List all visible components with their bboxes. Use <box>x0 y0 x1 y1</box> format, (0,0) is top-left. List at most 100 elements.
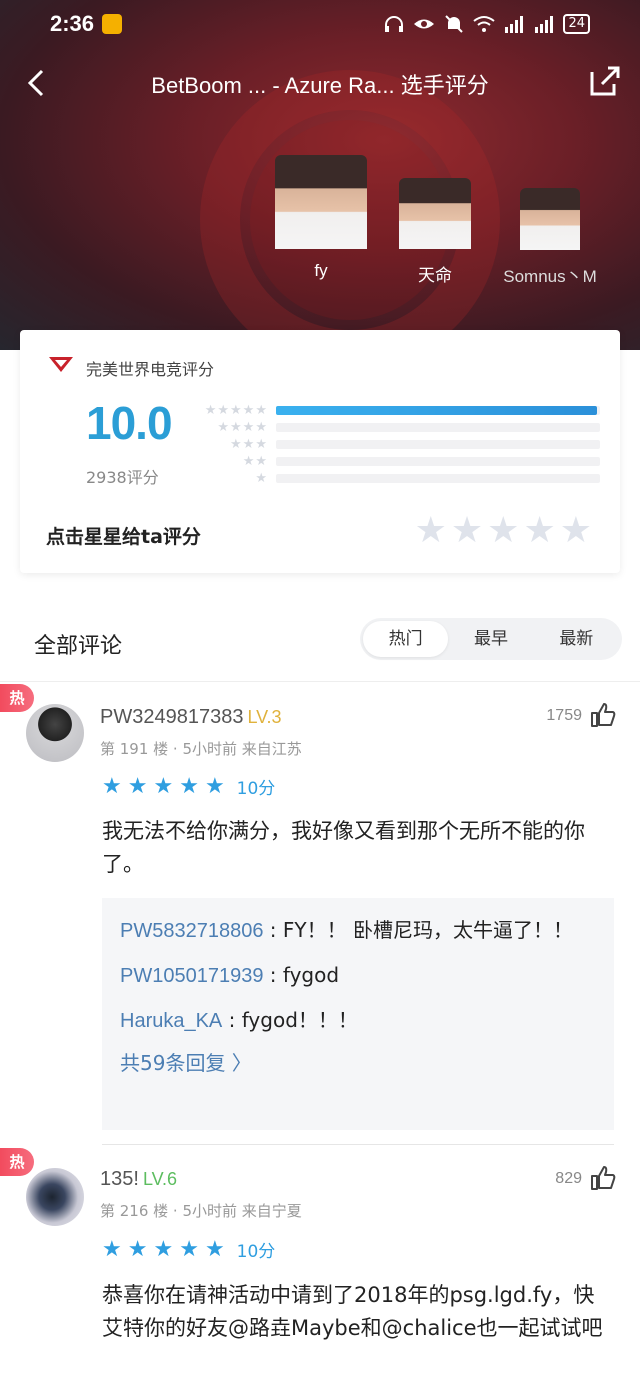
username[interactable]: PW3249817383 <box>100 706 243 728</box>
distribution-stars: ★★★ <box>230 437 268 452</box>
star-icon: ★ <box>153 773 174 799</box>
score-points: 10分 <box>236 1242 276 1262</box>
player-name: fy <box>314 261 328 280</box>
comments-title: 全部评论 <box>34 634 123 659</box>
weibo-icon <box>102 14 122 34</box>
rate-star-1-icon[interactable]: ★ <box>415 513 447 549</box>
reply-item[interactable]: Haruka_KA : fygod！！！ <box>120 1002 596 1039</box>
reply-item[interactable]: PW1050171939 : fygod <box>120 957 596 994</box>
star-icon: ★ <box>153 1236 174 1262</box>
reply-item[interactable]: PW5832718806 : FY！！ 卧槽尼玛，太牛逼了！！ <box>120 912 596 949</box>
tab-hot[interactable]: 热门 <box>363 621 449 657</box>
perfect-world-logo-icon <box>49 357 73 372</box>
star-icon: ★ <box>102 773 122 799</box>
hot-badge: 热 <box>0 1148 34 1176</box>
distribution-row: ★★★ <box>200 436 600 453</box>
user-score: ★ ★ ★ ★ ★ 10分 <box>102 774 275 799</box>
thumbs-up-icon[interactable] <box>590 702 616 728</box>
thumbs-up-icon[interactable] <box>590 1165 616 1191</box>
distribution-stars: ★★★★ <box>217 420 268 435</box>
comment-meta: 第 216 楼 · 5小时前 来自宁夏 <box>100 1202 302 1220</box>
tab-earliest[interactable]: 最早 <box>448 621 533 657</box>
comment-text[interactable]: 我无法不给你满分，我好像又看到那个无所不能的你了。 <box>102 815 612 881</box>
share-icon[interactable] <box>588 64 622 98</box>
distribution-row: ★★ <box>200 453 600 470</box>
rating-brand: 完美世界电竞评分 <box>86 360 215 379</box>
distribution-bar <box>276 457 600 466</box>
comment-user[interactable]: 135! LV.6 <box>100 1168 177 1191</box>
username[interactable]: 135! <box>100 1168 139 1190</box>
distribution-row: ★★★★★ <box>200 402 600 419</box>
rate-stars: ★ ★ ★ ★ ★ <box>415 513 592 549</box>
wifi-icon <box>473 16 496 32</box>
star-icon: ★ <box>127 1236 148 1262</box>
distribution-stars: ★ <box>255 471 268 486</box>
more-replies-link[interactable]: 共59条回复 〉 <box>120 1047 596 1076</box>
tab-latest[interactable]: 最新 <box>534 621 619 657</box>
player-name: Somnus丶M <box>503 267 597 286</box>
reply-text: : FY！！ 卧槽尼玛，太牛逼了！！ <box>263 918 573 942</box>
player-photo <box>275 155 367 249</box>
user-level: LV.3 <box>247 707 282 727</box>
player-name: 天命 <box>418 266 452 285</box>
top-nav: BetBoom ... - Azure Ra... 选手评分 <box>0 58 640 108</box>
rate-star-4-icon[interactable]: ★ <box>523 513 555 549</box>
rate-star-5-icon[interactable]: ★ <box>560 513 592 549</box>
reply-box[interactable]: PW5832718806 : FY！！ 卧槽尼玛，太牛逼了！！ PW105017… <box>102 898 614 1130</box>
player-tianming[interactable]: 天命 <box>395 178 475 286</box>
star-icon: ★ <box>179 773 199 799</box>
distribution-bar <box>276 423 600 432</box>
page-title: BetBoom ... - Azure Ra... 选手评分 <box>151 73 489 98</box>
score-points: 10分 <box>236 779 276 799</box>
star-icon: ★ <box>127 773 148 799</box>
comment-user[interactable]: PW3249817383 LV.3 <box>100 706 282 729</box>
player-photo <box>520 188 580 250</box>
comment-divider <box>102 1144 614 1145</box>
like-count: 1759 <box>546 707 582 724</box>
eye-icon <box>414 19 435 29</box>
star-icon: ★ <box>204 773 225 799</box>
status-bar: 2:36 24 <box>0 0 640 50</box>
mute-bell-icon <box>445 15 464 33</box>
player-fy[interactable]: fy <box>273 155 369 281</box>
star-icon: ★ <box>204 1236 225 1262</box>
sort-tabs: 热门 最早 最新 <box>360 618 622 660</box>
status-time: 2:36 <box>50 11 95 36</box>
reply-user[interactable]: PW1050171939 <box>120 965 263 987</box>
rate-star-3-icon[interactable]: ★ <box>487 513 519 549</box>
back-arrow-icon[interactable] <box>22 66 52 100</box>
rating-distribution: ★★★★★ ★★★★ ★★★ ★★ ★ <box>200 402 600 487</box>
distribution-row: ★ <box>200 470 600 487</box>
distribution-bar-fill <box>276 406 597 415</box>
distribution-bar <box>276 440 600 449</box>
distribution-row: ★★★★ <box>200 419 600 436</box>
avatar[interactable] <box>26 1168 84 1226</box>
reply-user[interactable]: PW5832718806 <box>120 920 263 942</box>
player-somnus[interactable]: Somnus丶M <box>500 188 600 287</box>
like-count: 829 <box>555 1170 582 1187</box>
user-level: LV.6 <box>142 1169 177 1189</box>
headphones-icon <box>385 16 404 32</box>
hot-badge: 热 <box>0 684 34 712</box>
rating-card: 完美世界电竞评分 10.0 2938评分 ★★★★★ ★★★★ ★★★ ★★ ★ 点击星… <box>20 330 620 573</box>
reply-user[interactable]: Haruka_KA <box>120 1010 222 1032</box>
rating-count: 2938评分 <box>86 468 159 487</box>
user-score: ★ ★ ★ ★ ★ 10分 <box>102 1237 275 1262</box>
distribution-stars: ★★ <box>242 454 268 469</box>
distribution-bar <box>276 406 600 415</box>
avatar[interactable] <box>26 704 84 762</box>
distribution-bar <box>276 474 600 483</box>
player-photo <box>399 178 471 249</box>
signal-icon-1 <box>505 16 524 33</box>
distribution-stars: ★★★★★ <box>204 403 268 418</box>
average-score: 10.0 <box>86 397 173 449</box>
rate-star-2-icon[interactable]: ★ <box>451 513 483 549</box>
comment-text[interactable]: 恭喜你在请神活动中请到了2018年的psg.lgd.fy，快艾特你的好友@路垚M… <box>102 1279 612 1345</box>
comment-meta: 第 191 楼 · 5小时前 来自江苏 <box>100 740 302 758</box>
star-icon: ★ <box>102 1236 122 1262</box>
reply-text: : fygod！！！ <box>222 1008 358 1032</box>
signal-icon-2 <box>535 16 554 33</box>
reply-text: : fygod <box>263 963 340 987</box>
rate-prompt: 点击星星给ta评分 <box>46 526 201 548</box>
star-icon: ★ <box>179 1236 199 1262</box>
